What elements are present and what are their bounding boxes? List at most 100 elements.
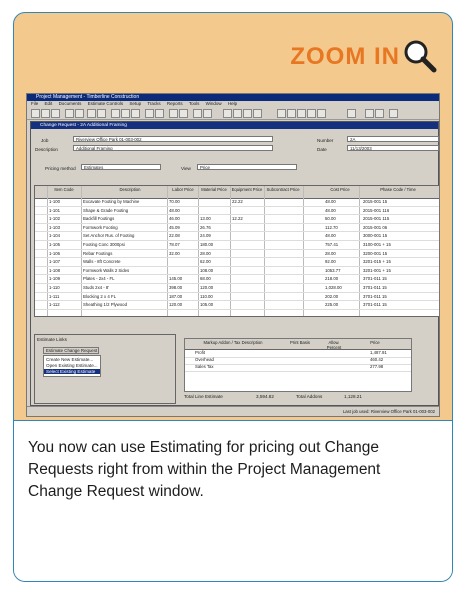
subwindow-title: Change Request - 2A Additional Framing bbox=[31, 122, 438, 129]
table-row[interactable]: 1-110 Studs 2x4 - 8' 398.00 120.00 1,028.00 3… bbox=[35, 285, 439, 293]
table-cell: 2015-001 15 bbox=[363, 199, 388, 204]
col-description[interactable]: Description bbox=[95, 187, 165, 192]
table-row[interactable]: 1-111 Blocking 2 x 4 FL 187.00 110.00 202.00… bbox=[35, 293, 439, 302]
col-equipment-price[interactable]: Equipment Price bbox=[231, 187, 263, 192]
menu-item[interactable]: Create New Estimate... bbox=[46, 357, 93, 362]
menu-tools[interactable]: Tools bbox=[189, 101, 200, 106]
table-cell: 70.00 bbox=[169, 199, 180, 204]
table-cell: 1,028.00 bbox=[325, 285, 342, 290]
menu-file[interactable]: File bbox=[31, 101, 38, 106]
col-addon-desc[interactable]: Markup Addon / Tax Description bbox=[193, 340, 273, 345]
table-cell: Rebar Footings bbox=[83, 250, 113, 256]
toolbar-button[interactable] bbox=[145, 109, 154, 118]
menu-setup[interactable]: Setup bbox=[129, 101, 141, 106]
table-cell: 225.00 bbox=[325, 302, 339, 308]
table-cell: 3200-001 15 bbox=[363, 250, 388, 256]
menu-tracks[interactable]: Tracks bbox=[147, 101, 160, 106]
pricing-method-dropdown[interactable]: Estimates bbox=[81, 164, 161, 170]
toolbar-button[interactable] bbox=[389, 109, 398, 118]
table-row[interactable]: 1-104 Set Anchor Rus. of Footing 22.08 24.0… bbox=[35, 233, 439, 241]
table-cell: 13.00 bbox=[200, 216, 211, 222]
col-subcontract-price[interactable]: Subcontract Price bbox=[265, 187, 301, 192]
toolbar-button[interactable] bbox=[223, 109, 232, 118]
menu-reports[interactable]: Reports bbox=[167, 101, 183, 106]
window-title: Project Management - Timberline Construc… bbox=[27, 94, 439, 101]
menu-item-selected[interactable]: Select Existing Estimate bbox=[44, 369, 100, 374]
number-field[interactable]: 2A bbox=[347, 136, 439, 142]
toolbar-button[interactable] bbox=[155, 109, 164, 118]
table-cell: 22.22 bbox=[232, 199, 243, 204]
table-row[interactable]: 1-112 Sheathing 1/2 Plywood 120.00 105.00 22… bbox=[35, 302, 439, 310]
toolbar-button[interactable] bbox=[51, 109, 60, 118]
toolbar-button[interactable] bbox=[75, 109, 84, 118]
table-cell: 2015-001 115 bbox=[363, 216, 390, 222]
table-cell: Walls - 8ft Concrete bbox=[83, 259, 121, 265]
toolbar-button[interactable] bbox=[87, 109, 96, 118]
toolbar-button[interactable] bbox=[243, 109, 252, 118]
description-field[interactable]: Additional Framing bbox=[73, 145, 273, 151]
date-field[interactable]: 11/13/2003 bbox=[347, 145, 439, 151]
table-row[interactable]: 1-106 Rebar Footings 32.00 28.00 28.00 3200-0… bbox=[35, 250, 439, 259]
col-addon-price[interactable]: Price bbox=[355, 340, 395, 345]
estimate-links-dropdown[interactable]: Estimate Change Request bbox=[43, 347, 99, 354]
toolbar-button[interactable] bbox=[277, 109, 286, 118]
toolbar-button[interactable] bbox=[347, 109, 356, 118]
toolbar-button[interactable] bbox=[41, 109, 50, 118]
toolbar-button[interactable] bbox=[307, 109, 316, 118]
toolbar-button[interactable] bbox=[193, 109, 202, 118]
toolbar-button[interactable] bbox=[203, 109, 212, 118]
table-cell: 3701-011 15 bbox=[363, 293, 387, 299]
table-row[interactable]: 1-101 Shape & Grade Footing 48.00 48.00 2015… bbox=[35, 207, 439, 216]
table-cell: 757.41 bbox=[325, 242, 339, 247]
table-cell: 48.00 bbox=[169, 207, 180, 213]
toolbar-button[interactable] bbox=[97, 109, 106, 118]
col-cost-price[interactable]: Cost Price bbox=[325, 187, 355, 192]
col-phase-code[interactable]: Phase Code / Time bbox=[363, 187, 433, 192]
table-cell: 112.70 bbox=[325, 224, 338, 230]
table-cell: 3701-011 15 bbox=[363, 302, 387, 308]
table-row[interactable]: 1-107 Walls - 8ft Concrete 62.00 92.00 3201-… bbox=[35, 259, 439, 267]
toolbar-button[interactable] bbox=[31, 109, 40, 118]
bottom-section: Estimate Links Estimate Change Request C… bbox=[34, 334, 439, 404]
table-cell: Excavate Footing by Machine bbox=[83, 199, 140, 204]
menu-window[interactable]: Window bbox=[206, 101, 222, 106]
menu-documents[interactable]: Documents bbox=[59, 101, 82, 106]
table-row[interactable]: 1-108 Formwork Walls 2 Sides 108.00 1053.77… bbox=[35, 268, 439, 276]
toolbar-button[interactable] bbox=[253, 109, 262, 118]
table-cell: 24.09 bbox=[200, 233, 211, 239]
addon-cell: 460.42 bbox=[370, 357, 384, 362]
toolbar-button[interactable] bbox=[365, 109, 374, 118]
job-field[interactable]: Riverview Office Park 01-003-002 bbox=[73, 136, 273, 142]
table-cell: Footing Conc 3000psi bbox=[83, 242, 125, 247]
col-labor-price[interactable]: Labor Price bbox=[169, 187, 197, 192]
table-row[interactable]: 1-105 Footing Conc 3000psi 78.07 180.00 757.… bbox=[35, 242, 439, 250]
addon-row[interactable]: Sales Tax 277.98 bbox=[185, 364, 411, 372]
toolbar-button[interactable] bbox=[317, 109, 326, 118]
menu-item[interactable]: Open Existing Estimate... bbox=[46, 363, 98, 368]
table-row[interactable]: 1-109 Plates - 2x4 - FL 145.00 68.00 218.00 3… bbox=[35, 276, 439, 284]
col-item-code[interactable]: Item Code bbox=[49, 187, 79, 192]
toolbar-button[interactable] bbox=[233, 109, 242, 118]
view-dropdown[interactable]: Price bbox=[197, 164, 297, 170]
toolbar-button[interactable] bbox=[287, 109, 296, 118]
menu-edit[interactable]: Edit bbox=[45, 101, 53, 106]
table-row[interactable]: 1-102 Backfill Footings 46.00 13.00 12.22 50.… bbox=[35, 216, 439, 224]
table-cell: 398.00 bbox=[169, 285, 183, 290]
toolbar-button[interactable] bbox=[111, 109, 120, 118]
toolbar-button[interactable] bbox=[375, 109, 384, 118]
toolbar-button[interactable] bbox=[65, 109, 74, 118]
table-row[interactable]: 1-103 Formwork Footing 45.09 26.76 112.70 201… bbox=[35, 224, 439, 233]
toolbar-button[interactable] bbox=[121, 109, 130, 118]
table-cell: 22.08 bbox=[169, 233, 180, 239]
table-row[interactable]: 1-100 Excavate Footing by Machine 70.00 22.… bbox=[35, 199, 439, 207]
toolbar-button[interactable] bbox=[169, 109, 178, 118]
table-cell: Formwork Footing bbox=[83, 224, 118, 230]
toolbar-button[interactable] bbox=[179, 109, 188, 118]
toolbar-button[interactable] bbox=[131, 109, 140, 118]
menu-help[interactable]: Help bbox=[228, 101, 237, 106]
col-print-basis[interactable]: Print Basis bbox=[285, 340, 315, 345]
menu-estimate-controls[interactable]: Estimate Controls bbox=[88, 101, 124, 106]
col-material-price[interactable]: Material Price bbox=[199, 187, 229, 192]
toolbar-button[interactable] bbox=[297, 109, 306, 118]
col-allow-percent[interactable]: Allow. Percent bbox=[323, 340, 345, 350]
